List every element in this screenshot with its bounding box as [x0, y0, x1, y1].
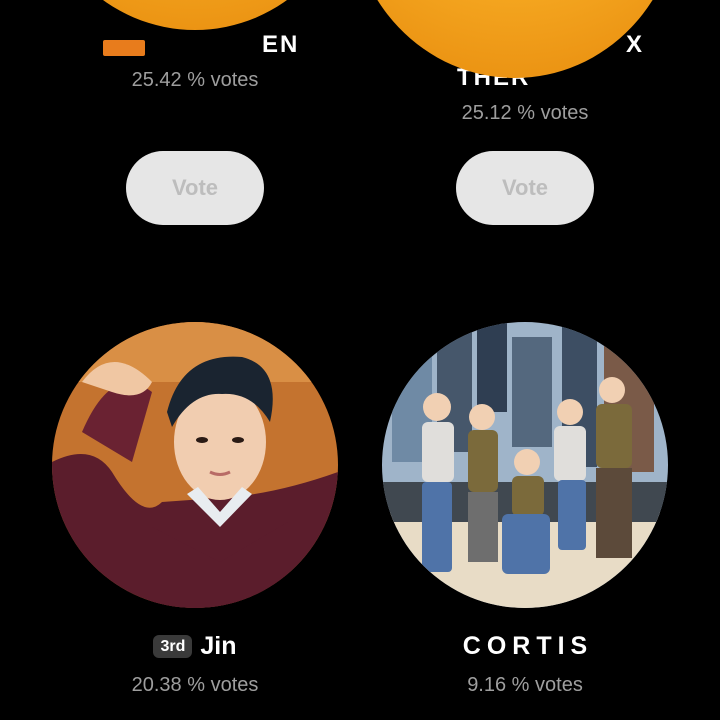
candidate-name-row: CORTIS: [378, 632, 678, 661]
candidate-name: CORTIS: [462, 632, 594, 660]
candidate-name-partial: EN: [262, 31, 300, 58]
group-photo-image: [382, 322, 668, 608]
rank-badge: 3rd: [153, 634, 193, 659]
candidate-name: Jin: [200, 632, 237, 660]
emoji-reaction-icon: [35, 0, 355, 30]
candidate-avatar-cortis[interactable]: [382, 322, 668, 608]
vote-button[interactable]: Vote: [126, 151, 264, 225]
candidate-name-row: 3rd Jin: [45, 632, 345, 661]
vote-button[interactable]: Vote: [456, 151, 594, 225]
vote-percentage: 25.12 % votes: [461, 102, 589, 124]
vote-percentage: 25.42 % votes: [131, 69, 259, 91]
vote-percentage: 20.38 % votes: [131, 674, 259, 696]
rank-badge-partial: [103, 40, 145, 56]
portrait-image: [52, 322, 338, 608]
candidate-name-partial: X: [626, 31, 645, 58]
vote-percentage: 9.16 % votes: [467, 674, 583, 696]
candidate-avatar-jin[interactable]: [52, 322, 338, 608]
